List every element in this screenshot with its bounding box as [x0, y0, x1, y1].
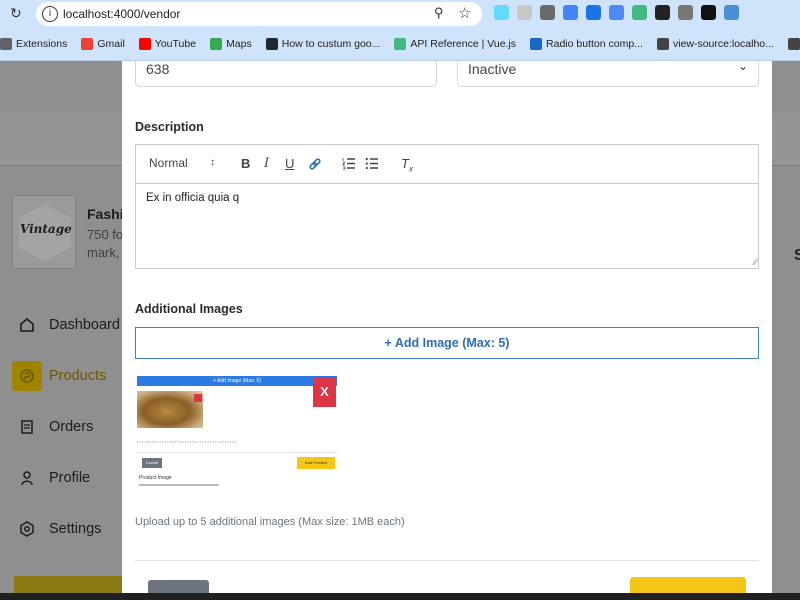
bookmarks-bar: Extensions Gmail YouTube Maps How to custum …	[0, 28, 800, 61]
gmail-icon	[81, 38, 94, 50]
bookmark-star-icon[interactable]: ☆	[458, 4, 471, 22]
bookmark-item[interactable]: Extensions	[0, 38, 67, 50]
f-icon[interactable]	[586, 5, 601, 20]
sidebar-item-dashboard[interactable]: Dashboard	[12, 307, 127, 343]
reload-icon[interactable]: ↻	[10, 5, 22, 22]
sidebar-item-label: Settings	[49, 521, 102, 537]
browser-toolbar: ↻ i localhost:4000/vendor ⚲ ☆	[0, 0, 800, 28]
add-image-button[interactable]: + Add Image (Max: 5)	[135, 327, 759, 359]
bookmark-item[interactable]: How to custum goo...	[265, 38, 381, 50]
alien-icon[interactable]	[655, 5, 670, 20]
bookmark-label: Extensions	[16, 38, 68, 50]
github-icon	[265, 38, 278, 50]
os-taskbar	[0, 593, 800, 600]
add-product-modal: 638 Inactive ⌄ Description Normal ↕ B I …	[122, 59, 772, 600]
additional-images-label: Additional Images	[135, 302, 243, 316]
vue-icon[interactable]	[632, 5, 647, 20]
editor-toolbar: Normal ↕ B I U Tx	[136, 145, 758, 184]
sidebar-item-products[interactable]: Products	[12, 358, 127, 394]
upload-helper-text: Upload up to 5 additional images (Max si…	[135, 516, 405, 528]
status-value: Inactive	[468, 61, 517, 77]
description-label: Description	[135, 120, 204, 134]
sidebar-item-orders[interactable]: Orders	[12, 409, 127, 445]
right-panel-initial: S	[794, 247, 800, 264]
bookmark-label: How to custum goo...	[281, 38, 381, 50]
bookmark-item[interactable]: Radio button comp...	[530, 38, 643, 50]
bookmark-label: API Reference | Vue.js	[410, 38, 517, 50]
sidebar-item-label: Profile	[49, 470, 91, 486]
remove-image-button[interactable]: X	[313, 377, 336, 407]
bold-icon[interactable]: B	[241, 156, 250, 171]
store-address-line1: 750 fo	[87, 227, 124, 242]
orders-icon	[12, 412, 42, 442]
zoom-icon[interactable]: ⚲	[434, 5, 444, 21]
window-icon[interactable]	[678, 5, 693, 20]
profile-icon	[12, 463, 42, 493]
bookmark-item[interactable]: YouTube	[138, 38, 197, 50]
globe-icon	[787, 38, 800, 50]
bullet-list-icon[interactable]	[365, 157, 379, 173]
sidebar-item-settings[interactable]: Settings	[12, 511, 127, 547]
products-icon	[12, 361, 42, 391]
store-address-line2: mark,	[87, 245, 120, 260]
translate-icon[interactable]	[609, 5, 624, 20]
doc-icon[interactable]	[724, 5, 739, 20]
status-select[interactable]: Inactive ⌄	[457, 59, 759, 87]
url-text[interactable]: localhost:4000/vendor	[63, 7, 180, 21]
chevron-down-icon: ⌄	[737, 59, 748, 73]
puzzle-icon	[0, 38, 12, 50]
site-info-icon[interactable]: i	[42, 6, 58, 22]
settings-icon	[12, 514, 42, 544]
image-thumbnail: + Add Image (Max: 5) • • • • • • • • • •…	[137, 376, 337, 488]
stock-value: 638	[146, 61, 170, 77]
vuetify-icon	[530, 38, 543, 50]
description-editor: Normal ↕ B I U Tx Ex in officia quia q ∕…	[135, 144, 759, 269]
puzzle-icon[interactable]	[517, 5, 532, 20]
bookmark-label: Maps	[226, 38, 252, 50]
bookmark-label: Gmail	[97, 38, 125, 50]
logo-text: Vintage	[20, 222, 72, 236]
clear-format-icon[interactable]: Tx	[401, 156, 413, 174]
resize-handle-icon[interactable]: ∕∕	[754, 257, 757, 267]
sidebar-item-label: Orders	[49, 419, 94, 435]
youtube-icon	[138, 38, 151, 50]
ordered-list-icon[interactable]	[342, 157, 356, 173]
globe-icon	[656, 38, 669, 50]
vue-icon	[394, 38, 407, 50]
address-bar[interactable]: i localhost:4000/vendor ⚲ ☆	[36, 2, 482, 26]
link-icon[interactable]	[308, 157, 322, 174]
sync-icon[interactable]	[563, 5, 578, 20]
format-select[interactable]: Normal	[149, 156, 188, 170]
react-devtools-icon[interactable]	[494, 5, 509, 20]
bookmark-item[interactable]: API Reference | Vue.js	[394, 38, 516, 50]
store-name: Fashi	[87, 206, 124, 222]
bookmark-label: view-source:localho...	[672, 38, 774, 50]
stock-input[interactable]: 638	[135, 61, 437, 87]
store-logo: Vintage	[12, 195, 76, 269]
bookmark-label: YouTube	[154, 38, 197, 50]
footer-divider	[135, 560, 759, 561]
bookmark-label: Radio button comp...	[546, 38, 643, 50]
underline-icon[interactable]: U	[285, 156, 294, 171]
recycle-icon[interactable]	[540, 5, 555, 20]
bookmark-item[interactable]: view-source:localho...	[656, 38, 774, 50]
home-icon	[12, 310, 42, 340]
bookmark-item[interactable]: Gmail	[81, 38, 125, 50]
fx-icon[interactable]	[701, 5, 716, 20]
italic-icon[interactable]: I	[264, 156, 269, 171]
maps-icon	[210, 38, 223, 50]
format-arrows-icon[interactable]: ↕	[210, 157, 215, 168]
description-text[interactable]: Ex in officia quia q	[146, 192, 239, 204]
extension-icons	[494, 5, 739, 20]
sidebar-item-label: Products	[49, 368, 107, 384]
sidebar-item-label: Dashboard	[49, 317, 120, 333]
sidebar-item-profile[interactable]: Profile	[12, 460, 127, 496]
bookmark-item[interactable]	[787, 38, 800, 50]
bookmark-item[interactable]: Maps	[210, 38, 252, 50]
